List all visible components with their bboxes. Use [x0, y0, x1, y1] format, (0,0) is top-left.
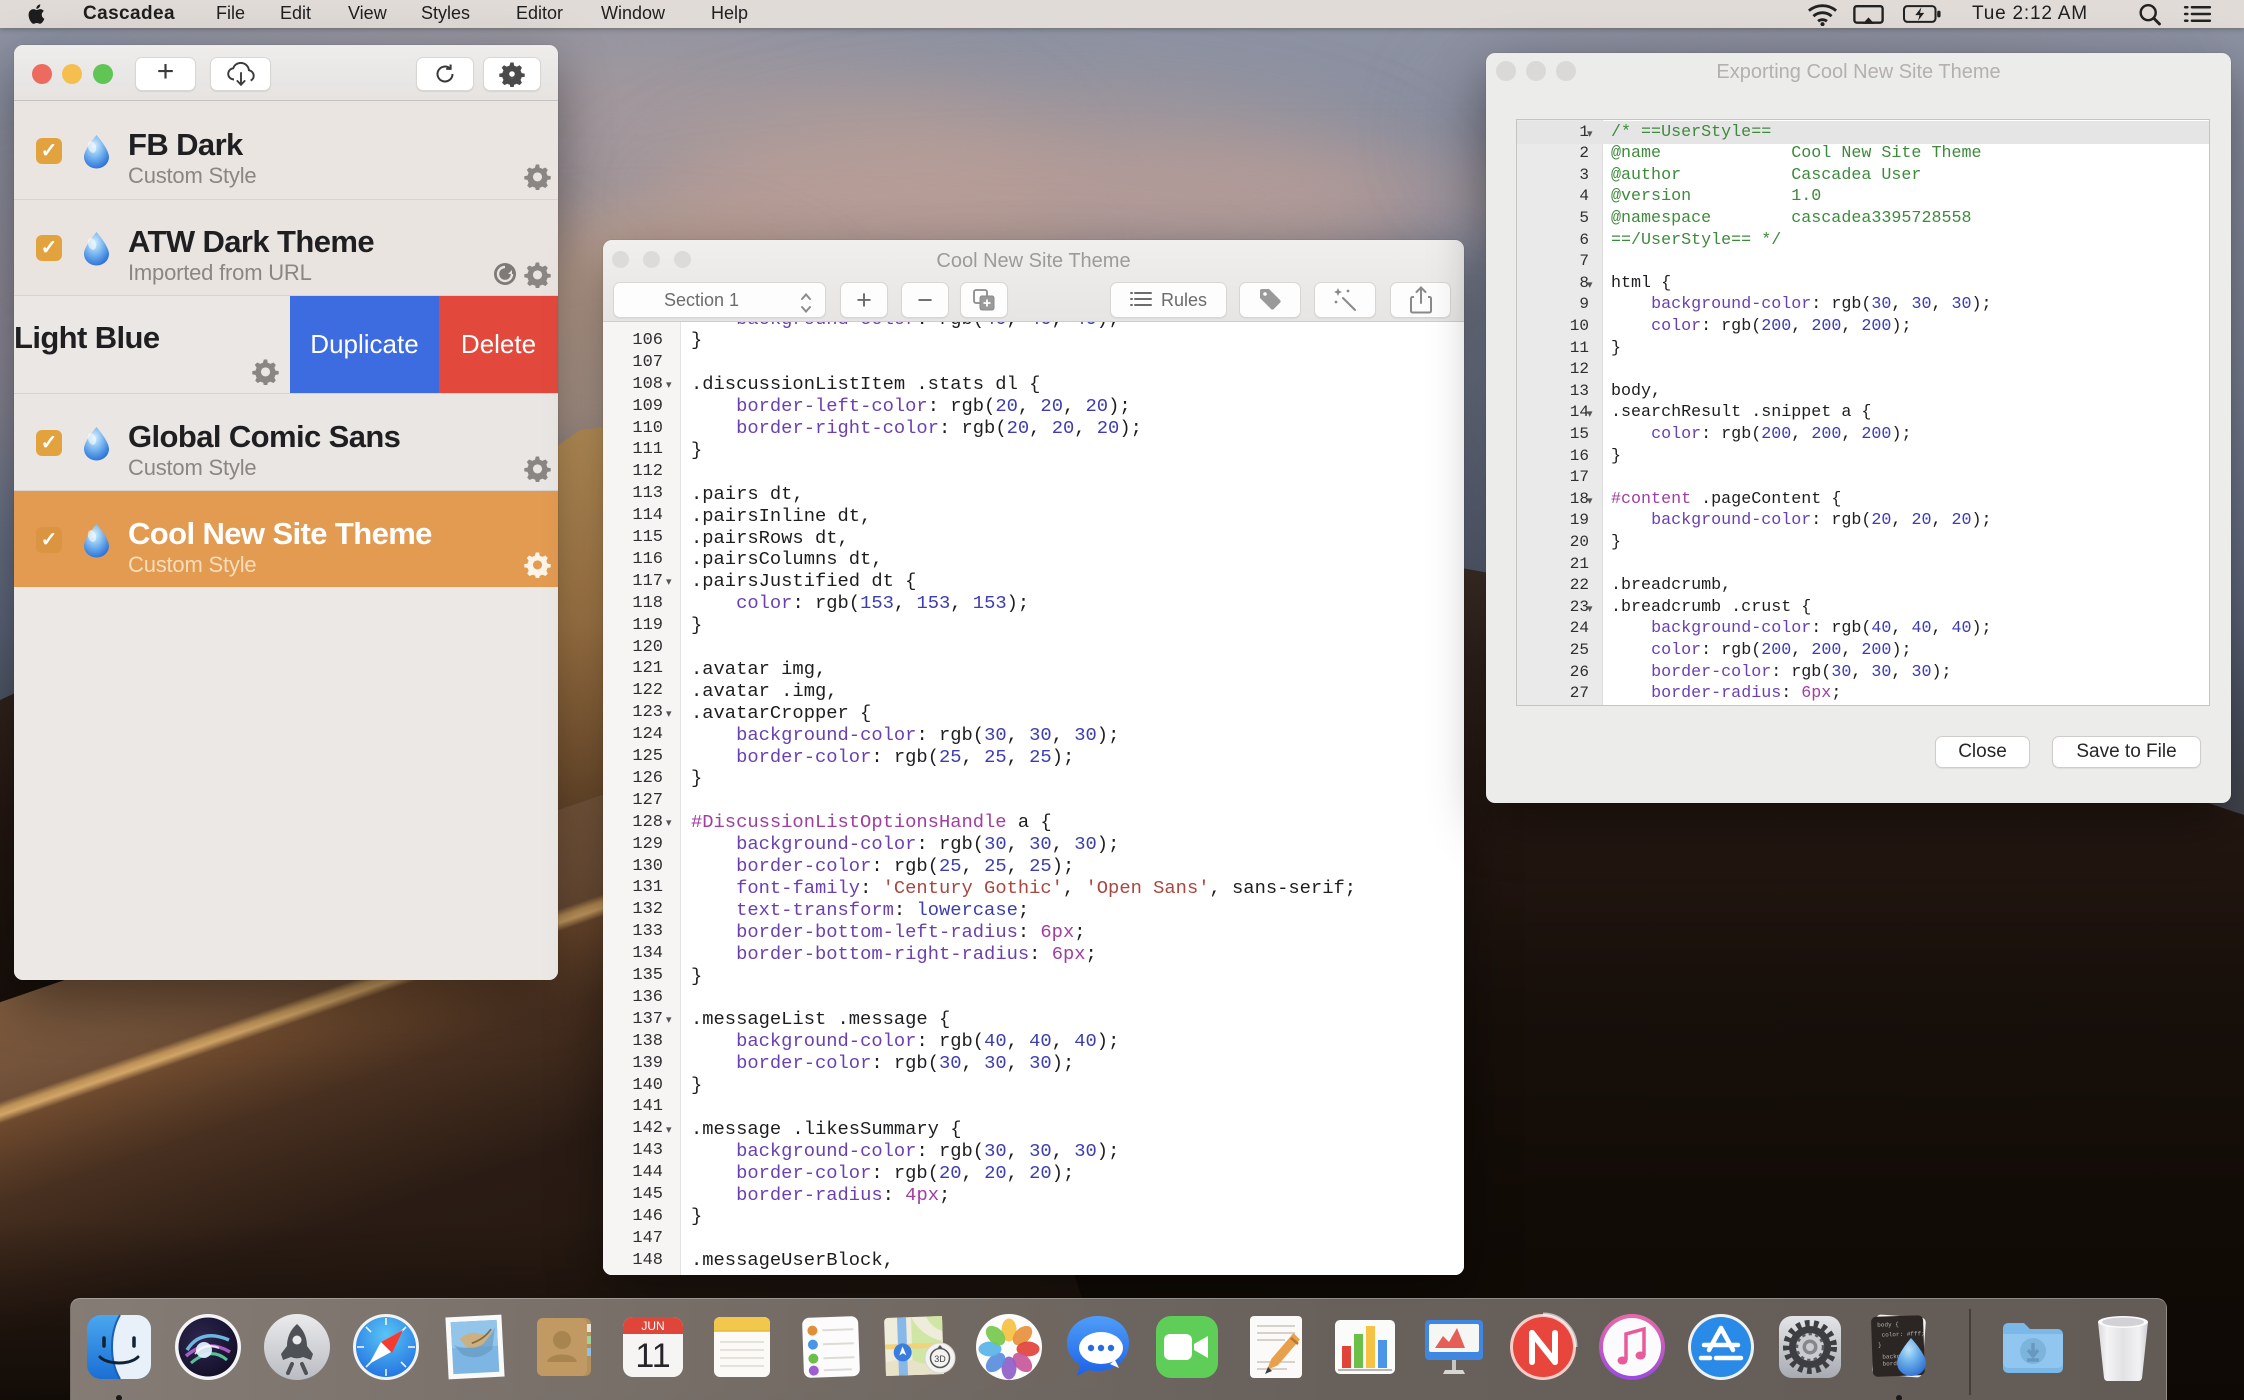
svg-text:}: } — [1877, 1342, 1881, 1349]
svg-text:body {: body { — [1877, 1321, 1899, 1329]
svg-text:JUN: JUN — [641, 1319, 664, 1333]
svg-text:11: 11 — [635, 1337, 670, 1375]
svg-text:3D: 3D — [934, 1354, 946, 1364]
